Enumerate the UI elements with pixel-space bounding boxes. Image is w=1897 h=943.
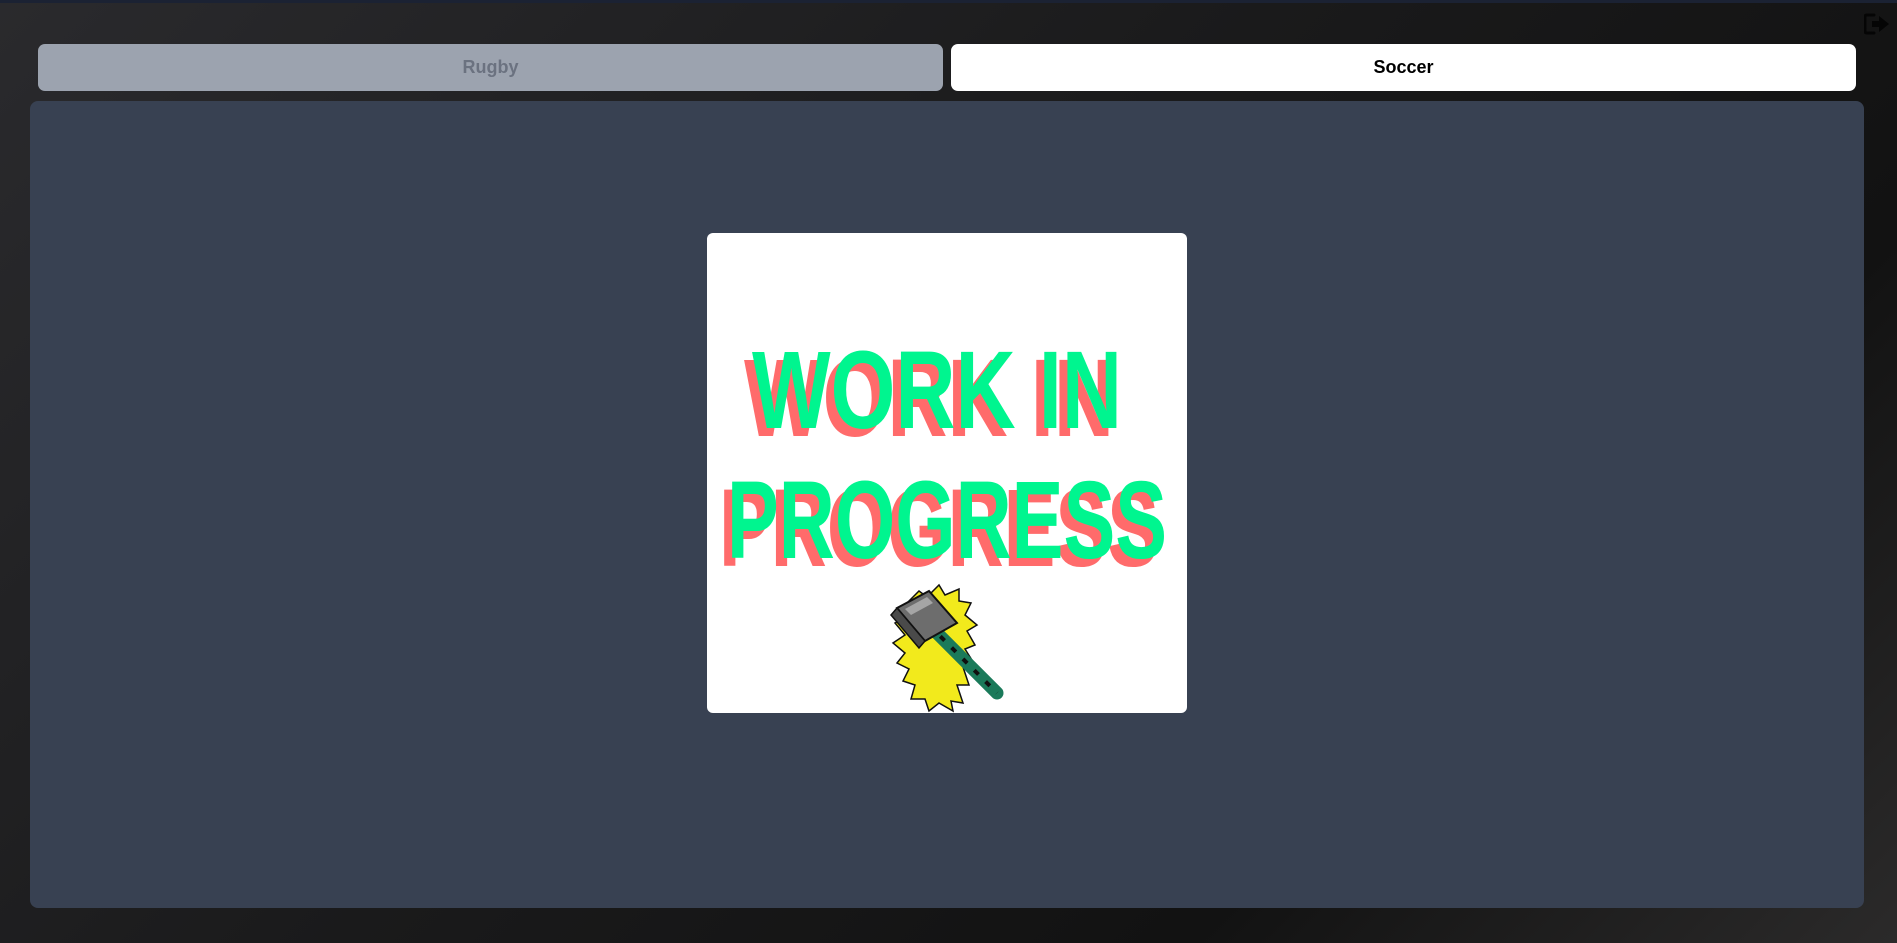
tab-rugby-label: Rugby (462, 57, 519, 77)
logout-button[interactable] (1863, 13, 1890, 35)
tab-rugby[interactable]: Rugby (38, 44, 943, 91)
logout-icon (1863, 13, 1889, 35)
tab-soccer[interactable]: Soccer (951, 44, 1856, 91)
tab-soccer-label: Soccer (1373, 57, 1434, 77)
wip-line1: WORK IN (752, 329, 1122, 452)
content-panel: WORK IN PROGRESS WORK IN PROGRESS (30, 101, 1864, 908)
wip-line2: PROGRESS (727, 459, 1167, 582)
work-in-progress-image: WORK IN PROGRESS WORK IN PROGRESS (707, 233, 1187, 713)
top-strip (0, 0, 1897, 3)
sledgehammer-icon (890, 583, 1004, 713)
